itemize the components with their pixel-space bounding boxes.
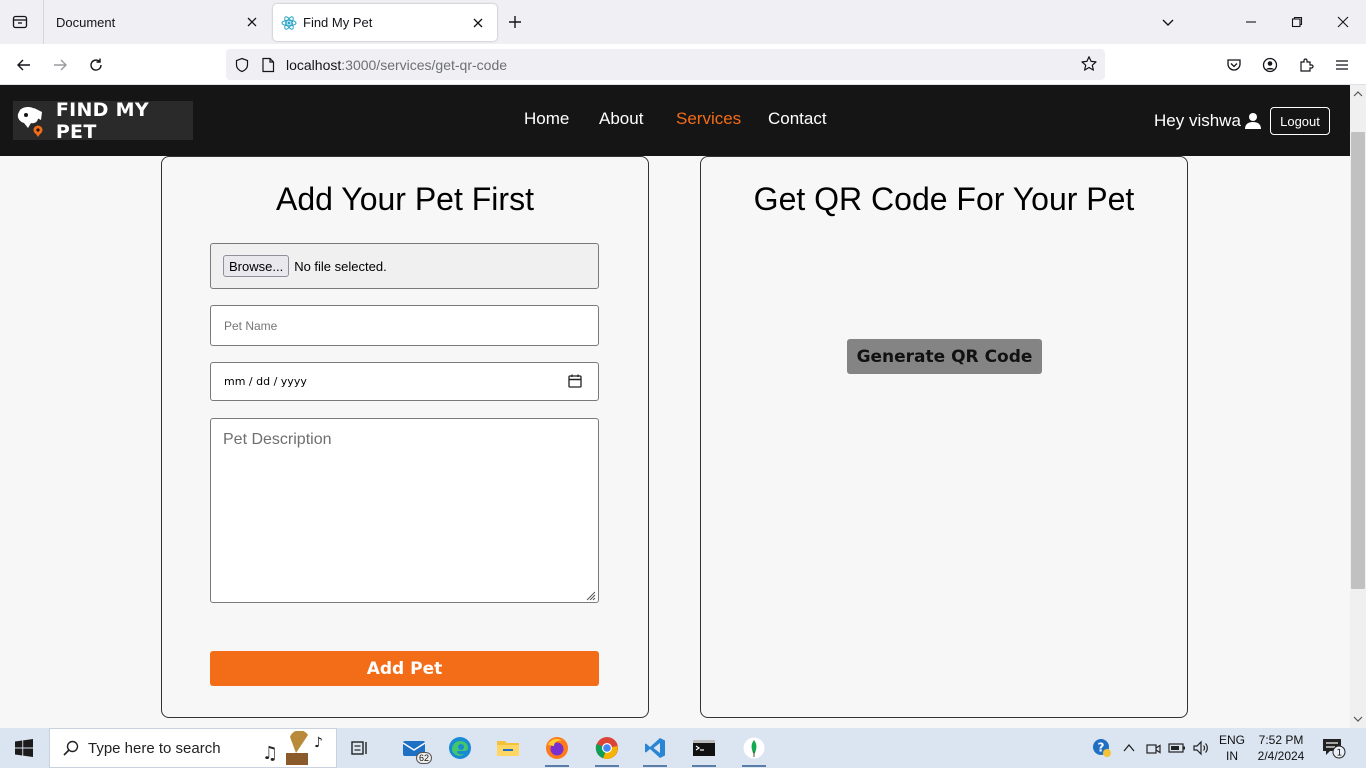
browse-button[interactable]: Browse...	[223, 255, 290, 277]
chevron-down-icon[interactable]	[1156, 11, 1180, 33]
scroll-up-arrow-icon[interactable]	[1350, 87, 1366, 101]
system-clock[interactable]: 7:52 PM 2/4/2024	[1255, 732, 1307, 764]
volume-icon[interactable]	[1191, 738, 1211, 758]
forward-arrow-icon[interactable]	[46, 52, 74, 78]
bookmark-star-icon[interactable]	[1079, 54, 1099, 74]
pet-image-file-input[interactable]: Browse... No file selected.	[210, 243, 599, 289]
pet-date-input[interactable]: mm / dd / yyyy	[210, 362, 599, 401]
url-host: localhost	[286, 56, 342, 73]
close-window-icon[interactable]	[1320, 0, 1366, 44]
url-text: localhost:3000/services/get-qr-code	[286, 57, 507, 73]
tab-find-my-pet[interactable]: Find My Pet	[273, 4, 497, 41]
windows-taskbar: Type here to search ♫ ♪ 62 ? ENG IN 7:52…	[0, 728, 1366, 768]
taskbar-search-box[interactable]: Type here to search ♫ ♪	[49, 728, 337, 768]
search-icon	[62, 739, 80, 757]
dog-pin-logo-icon	[13, 101, 58, 140]
clock-date: 2/4/2024	[1257, 749, 1305, 763]
clock-time: 7:52 PM	[1258, 733, 1304, 747]
language-code: ENG	[1219, 733, 1246, 747]
close-tab-icon[interactable]	[241, 11, 263, 33]
gramophone-search-highlight-icon: ♫ ♪	[260, 730, 330, 767]
nav-about[interactable]: About	[599, 109, 643, 129]
minimize-icon[interactable]	[1228, 0, 1274, 44]
add-pet-button[interactable]: Add Pet	[210, 651, 599, 686]
resize-grip-icon[interactable]	[584, 588, 596, 601]
close-tab-icon[interactable]	[467, 12, 489, 34]
browser-tab-bar: Document Find My Pet	[0, 0, 1366, 44]
edge-browser-icon[interactable]	[440, 732, 480, 764]
account-icon[interactable]	[1259, 54, 1281, 76]
pocket-icon[interactable]	[1223, 54, 1245, 76]
logout-button[interactable]: Logout	[1270, 107, 1330, 135]
nav-home[interactable]: Home	[524, 109, 569, 129]
page-info-icon[interactable]	[258, 55, 278, 75]
site-logo[interactable]: FIND MY PET	[13, 98, 193, 143]
terminal-icon[interactable]	[684, 732, 724, 767]
task-view-icon[interactable]	[340, 732, 380, 764]
date-placeholder: mm / dd / yyyy	[224, 375, 307, 388]
battery-icon[interactable]	[1167, 738, 1187, 758]
react-favicon-icon	[281, 15, 297, 31]
scrollbar-thumb[interactable]	[1351, 132, 1365, 589]
tab-list-icon[interactable]	[8, 11, 32, 33]
tracking-shield-icon[interactable]	[232, 55, 252, 75]
windows-start-icon[interactable]	[0, 728, 48, 768]
chevron-up-icon[interactable]	[1119, 738, 1139, 758]
mail-count-badge: 62	[415, 752, 432, 764]
language-indicator[interactable]: ENG IN	[1219, 732, 1245, 764]
pet-name-placeholder: Pet Name	[224, 318, 278, 333]
search-placeholder: Type here to search	[88, 739, 221, 757]
extensions-icon[interactable]	[1295, 54, 1317, 76]
pet-name-input[interactable]: Pet Name	[210, 305, 599, 346]
help-tray-icon[interactable]: ?	[1092, 738, 1112, 758]
file-explorer-icon[interactable]	[488, 732, 528, 764]
vscode-icon[interactable]	[635, 732, 675, 767]
restore-icon[interactable]	[1274, 0, 1320, 44]
region-code: IN	[1226, 749, 1238, 763]
tab-document[interactable]: Document	[43, 0, 271, 44]
mongodb-compass-icon[interactable]	[734, 732, 774, 767]
site-header: FIND MY PET Home About Services Contact …	[0, 85, 1350, 156]
firefox-icon[interactable]	[537, 732, 577, 767]
url-path: :3000/services/get-qr-code	[341, 56, 508, 73]
reload-icon[interactable]	[82, 52, 110, 78]
notification-center-icon[interactable]: 1	[1322, 737, 1346, 759]
add-pet-title: Add Your Pet First	[276, 181, 534, 217]
scroll-down-arrow-icon[interactable]	[1350, 712, 1366, 726]
qr-code-card: Get QR Code For Your Pet Generate QR Cod…	[700, 156, 1188, 718]
nav-services[interactable]: Services	[676, 109, 741, 129]
meet-now-icon[interactable]	[1143, 738, 1163, 758]
add-pet-card: Add Your Pet First Browse... No file sel…	[161, 156, 649, 718]
svg-text:♪: ♪	[314, 735, 323, 751]
chrome-icon[interactable]	[587, 732, 627, 767]
calendar-icon[interactable]	[568, 374, 582, 388]
notification-count: 1	[1337, 749, 1343, 759]
qr-title: Get QR Code For Your Pet	[753, 181, 1135, 217]
new-tab-icon[interactable]	[503, 11, 527, 33]
file-status-text: No file selected.	[294, 258, 387, 274]
nav-contact[interactable]: Contact	[768, 109, 827, 129]
back-arrow-icon[interactable]	[10, 52, 38, 78]
generate-qr-button[interactable]: Generate QR Code	[847, 339, 1042, 374]
user-greeting: Hey vishwa	[1154, 111, 1241, 130]
page-viewport: FIND MY PET Home About Services Contact …	[0, 85, 1350, 728]
address-bar[interactable]: localhost:3000/services/get-qr-code	[226, 49, 1105, 80]
tab-title: Document	[56, 14, 116, 30]
svg-text:♫: ♫	[262, 743, 278, 764]
logo-text: FIND MY PET	[55, 98, 149, 143]
user-icon	[1244, 112, 1262, 130]
page-scrollbar[interactable]	[1350, 85, 1366, 728]
mail-icon[interactable]: 62	[394, 732, 434, 764]
browser-toolbar: localhost:3000/services/get-qr-code	[0, 44, 1366, 85]
hamburger-menu-icon[interactable]	[1331, 54, 1353, 76]
description-placeholder: Pet Description	[223, 431, 332, 448]
tab-title: Find My Pet	[303, 15, 373, 30]
pet-description-textarea[interactable]: Pet Description	[210, 418, 599, 603]
